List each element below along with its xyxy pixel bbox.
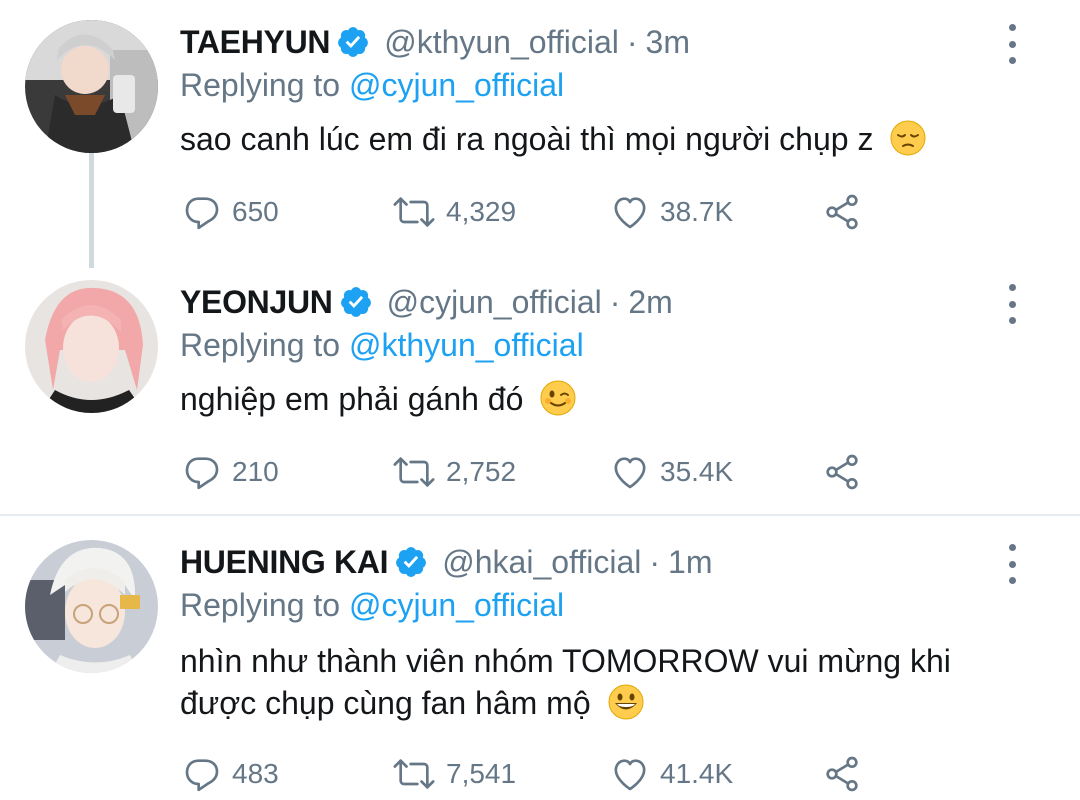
- tweet-text-content: sao canh lúc em đi ra ngoài thì mọi ngườ…: [180, 121, 874, 157]
- retweet-count: 2,752: [446, 456, 517, 487]
- mention-link[interactable]: @kthyun_official: [349, 327, 584, 363]
- tweet-text-content: nghiệp em phải gánh đó: [180, 381, 524, 417]
- reply-button[interactable]: 210: [180, 450, 279, 494]
- tweet-text: nghiệp em phải gánh đó: [180, 378, 1040, 420]
- retweet-button[interactable]: 2,752: [390, 450, 516, 494]
- more-options-icon[interactable]: [1002, 22, 1022, 66]
- display-name[interactable]: YEONJUN: [180, 280, 333, 324]
- separator-dot: ·: [609, 284, 621, 320]
- share-icon: [826, 454, 858, 490]
- retweet-count: 7,541: [446, 758, 517, 789]
- tweet-header: TAEHYUN @kthyun_official · 3m: [180, 20, 690, 64]
- grinning-face-emoji: [608, 684, 644, 720]
- reply-button[interactable]: 483: [180, 752, 279, 796]
- retweet-icon: [393, 197, 435, 227]
- replying-to-line: Replying to @kthyun_official: [180, 324, 584, 366]
- verified-badge-icon: [396, 547, 427, 577]
- retweet-count: 4,329: [446, 196, 517, 227]
- tweet-text-line-1: nhìn như thành viên nhóm TOMORROW vui mừ…: [180, 643, 951, 679]
- mention-link[interactable]: @cyjun_official: [349, 587, 564, 623]
- avatar[interactable]: [25, 540, 158, 673]
- user-handle[interactable]: @cyjun_official: [387, 280, 602, 324]
- verified-badge-icon: [340, 287, 371, 317]
- avatar[interactable]: [25, 20, 158, 153]
- reply-icon: [185, 457, 219, 490]
- reply-count: 650: [232, 196, 279, 227]
- reply-icon: [185, 759, 219, 792]
- mention-link[interactable]: @cyjun_official: [349, 67, 564, 103]
- heart-icon: [614, 759, 646, 791]
- timestamp[interactable]: 2m: [628, 280, 672, 324]
- share-icon: [826, 194, 858, 230]
- retweet-button[interactable]: 4,329: [390, 190, 516, 234]
- tweet-hueningkai[interactable]: HUENING KAI @hkai_official · 1m Replying…: [0, 540, 1080, 800]
- tweet-taehyun[interactable]: TAEHYUN @kthyun_official · 3m Replying t…: [0, 20, 1080, 250]
- separator-dot: ·: [626, 24, 638, 60]
- display-name[interactable]: TAEHYUN: [180, 20, 331, 64]
- like-count: 38.7K: [660, 196, 734, 227]
- more-options-icon[interactable]: [1002, 542, 1022, 586]
- like-button[interactable]: 41.4K: [608, 752, 733, 796]
- separator-dot: ·: [649, 544, 661, 580]
- heart-icon: [614, 457, 646, 489]
- like-button[interactable]: 35.4K: [608, 450, 733, 494]
- user-handle[interactable]: @kthyun_official: [384, 20, 619, 64]
- reply-button[interactable]: 650: [180, 190, 279, 234]
- replying-to-label: Replying to: [180, 67, 341, 103]
- pensive-face-emoji: [890, 120, 926, 156]
- replying-to-line: Replying to @cyjun_official: [180, 64, 564, 106]
- replying-to-label: Replying to: [180, 587, 341, 623]
- replying-to-line: Replying to @cyjun_official: [180, 584, 564, 626]
- tweet-text-line-2: được chụp cùng fan hâm mộ: [180, 685, 591, 721]
- like-count: 35.4K: [660, 456, 734, 487]
- like-button[interactable]: 38.7K: [608, 190, 733, 234]
- heart-icon: [614, 197, 646, 229]
- tweet-text-line-2-wrap: được chụp cùng fan hâm mộ: [180, 682, 1040, 724]
- tweet-yeonjun[interactable]: YEONJUN @cyjun_official · 2m Replying to…: [0, 280, 1080, 510]
- avatar[interactable]: [25, 280, 158, 413]
- tweet-text: sao canh lúc em đi ra ngoài thì mọi ngườ…: [180, 118, 1040, 160]
- timestamp[interactable]: 3m: [646, 20, 690, 64]
- tweet-divider: [0, 514, 1080, 516]
- reply-count: 210: [232, 456, 279, 487]
- user-handle[interactable]: @hkai_official: [442, 540, 641, 584]
- reply-icon: [185, 197, 219, 230]
- verified-badge-icon: [338, 27, 369, 57]
- winking-face-emoji: [540, 380, 576, 416]
- display-name[interactable]: HUENING KAI: [180, 540, 389, 584]
- reply-count: 483: [232, 758, 279, 789]
- share-icon: [826, 756, 858, 792]
- more-options-icon[interactable]: [1002, 282, 1022, 326]
- timestamp[interactable]: 1m: [668, 540, 712, 584]
- tweet-header: YEONJUN @cyjun_official · 2m: [180, 280, 673, 324]
- like-count: 41.4K: [660, 758, 734, 789]
- tweet-header: HUENING KAI @hkai_official · 1m: [180, 540, 712, 584]
- share-button[interactable]: [820, 450, 864, 494]
- share-button[interactable]: [820, 752, 864, 796]
- tweet-text: nhìn như thành viên nhóm TOMORROW vui mừ…: [180, 640, 1040, 724]
- retweet-icon: [393, 759, 435, 789]
- replying-to-label: Replying to: [180, 327, 341, 363]
- retweet-button[interactable]: 7,541: [390, 752, 516, 796]
- retweet-icon: [393, 457, 435, 487]
- share-button[interactable]: [820, 190, 864, 234]
